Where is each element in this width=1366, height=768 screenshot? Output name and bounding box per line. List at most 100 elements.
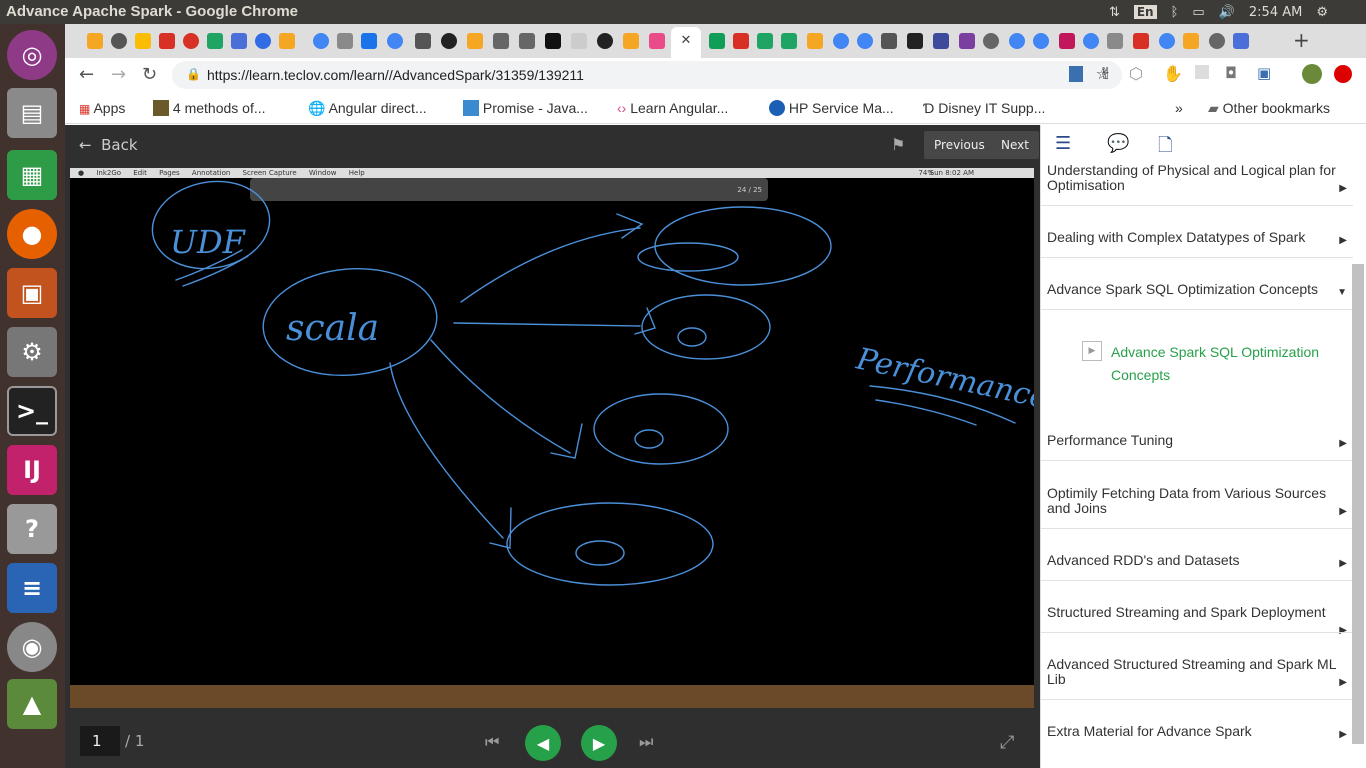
tab-favicon[interactable] — [183, 33, 199, 49]
extension-icon[interactable]: ✋ — [1163, 64, 1183, 83]
tab-favicon[interactable] — [1233, 33, 1249, 49]
google-tab-icon[interactable] — [1033, 33, 1049, 49]
sidebar-item[interactable]: Advanced RDD's and Datasets ▶ — [1047, 553, 1351, 570]
tab-favicon[interactable] — [623, 33, 639, 49]
sidebar-item[interactable]: Structured Streaming and Spark Deploymen… — [1047, 605, 1351, 637]
sidebar-item[interactable]: Optimily Fetching Data from Various Sour… — [1047, 486, 1351, 518]
extension-icon[interactable] — [1195, 65, 1209, 79]
update-menu-icon[interactable] — [1334, 65, 1352, 83]
active-tab-close-icon[interactable]: ✕ — [671, 27, 701, 58]
extension-icon[interactable]: ✌ — [1099, 64, 1112, 83]
tab-favicon[interactable] — [1209, 33, 1225, 49]
bookmark-item[interactable]: Promise - Java... — [463, 100, 588, 116]
volume-icon[interactable]: 🔊 — [1219, 5, 1235, 20]
chat-icon[interactable]: 💬 — [1107, 133, 1129, 154]
bookmark-item[interactable]: 🌐 Angular direct... — [308, 100, 427, 117]
extension-icon[interactable]: ⬡ — [1129, 64, 1143, 83]
omnibox[interactable]: 🔒 https://learn.teclov.com/learn//Advanc… — [172, 61, 1122, 89]
tab-favicon[interactable] — [87, 33, 103, 49]
back-arrow-icon[interactable]: ← — [79, 64, 94, 85]
tab-favicon[interactable] — [933, 33, 949, 49]
tab-favicon[interactable] — [467, 33, 483, 49]
sidebar-item-expanded[interactable]: Advance Spark SQL Optimization Concepts ▼ — [1047, 282, 1351, 299]
camera-icon[interactable]: ◘ — [1225, 64, 1237, 82]
image-viewer-icon[interactable]: ▲ — [7, 679, 57, 729]
intellij-icon[interactable]: IJ — [7, 445, 57, 495]
spreadsheet-icon[interactable]: ▦ — [7, 150, 57, 200]
tab-favicon[interactable] — [1133, 33, 1149, 49]
forward-arrow-icon[interactable]: → — [111, 64, 126, 85]
flag-icon[interactable]: ⚑ — [891, 135, 905, 154]
bookmark-item[interactable]: ‹› Learn Angular... — [617, 100, 728, 116]
tab-favicon[interactable] — [361, 33, 377, 49]
next-button[interactable]: Next — [991, 131, 1039, 159]
tab-favicon[interactable] — [959, 33, 975, 49]
tab-favicon[interactable] — [1183, 33, 1199, 49]
new-tab-button[interactable]: + — [1293, 28, 1310, 52]
sidebar-item[interactable]: Dealing with Complex Datatypes of Spark ▶ — [1047, 230, 1351, 247]
tab-favicon[interactable] — [907, 33, 923, 49]
tab-favicon[interactable] — [709, 33, 725, 49]
url-text[interactable]: https://learn.teclov.com/learn//Advanced… — [207, 67, 584, 83]
drive-tab-icon[interactable] — [757, 33, 773, 49]
tab-favicon[interactable] — [493, 33, 509, 49]
tab-favicon[interactable] — [571, 33, 587, 49]
sidebar-item[interactable]: Understanding of Physical and Logical pl… — [1047, 163, 1351, 195]
other-bookmarks[interactable]: ▰ Other bookmarks — [1208, 100, 1330, 117]
google-tab-icon[interactable] — [833, 33, 849, 49]
sidebar-item[interactable]: Extra Material for Advance Spark ▶ — [1047, 724, 1351, 741]
firefox-icon[interactable]: ● — [7, 209, 57, 259]
tab-favicon[interactable] — [255, 33, 271, 49]
prev-page-button[interactable]: ◀ — [525, 725, 561, 761]
github-tab-icon[interactable] — [597, 33, 613, 49]
help-icon[interactable]: ? — [7, 504, 57, 554]
language-indicator[interactable]: En — [1133, 5, 1157, 19]
tab-favicon[interactable] — [1107, 33, 1123, 49]
tab-favicon[interactable] — [807, 33, 823, 49]
tab-favicon[interactable] — [983, 33, 999, 49]
bluetooth-icon[interactable]: ᛒ — [1171, 5, 1179, 20]
google-tab-icon[interactable] — [1009, 33, 1025, 49]
first-page-icon[interactable]: ⏮ — [485, 732, 499, 752]
reload-icon[interactable]: ↻ — [142, 64, 157, 85]
chrome-icon[interactable]: ◉ — [7, 622, 57, 672]
drive-tab-icon[interactable] — [781, 33, 797, 49]
extension-icon[interactable] — [1069, 66, 1083, 82]
network-arrows-icon[interactable]: ⇅ — [1109, 5, 1120, 20]
sidebar-item[interactable]: Advanced Structured Streaming and Spark … — [1047, 657, 1351, 689]
tab-favicon[interactable] — [519, 33, 535, 49]
tab-favicon[interactable] — [649, 33, 665, 49]
sidebar-subitem-active[interactable]: Advance Spark SQL Optimization Concepts — [1111, 341, 1341, 387]
google-tab-icon[interactable] — [313, 33, 329, 49]
page-number-input[interactable]: 1 — [80, 726, 120, 756]
presentation-icon[interactable]: ▣ — [7, 268, 57, 318]
drive-tab-icon[interactable] — [207, 33, 223, 49]
gmail-tab-icon[interactable] — [159, 33, 175, 49]
tab-favicon[interactable] — [337, 33, 353, 49]
battery-icon[interactable]: ▭ — [1192, 5, 1204, 20]
menu-icon[interactable]: ☰ — [1055, 133, 1071, 154]
github-tab-icon[interactable] — [441, 33, 457, 49]
document-icon[interactable]: ≡ — [7, 563, 57, 613]
profile-avatar[interactable] — [1302, 64, 1322, 84]
file-manager-icon[interactable]: ▤ — [7, 88, 57, 138]
ubuntu-dash-icon[interactable]: ◎ — [7, 30, 57, 80]
bookmark-item[interactable]: ▦ Apps — [79, 100, 125, 116]
bookmark-item[interactable]: Ɗ Disney IT Supp... — [923, 100, 1045, 116]
settings-icon[interactable]: ⚙ — [7, 327, 57, 377]
tab-favicon[interactable] — [231, 33, 247, 49]
tab-favicon[interactable] — [279, 33, 295, 49]
tab-favicon[interactable] — [881, 33, 897, 49]
back-button[interactable]: ← Back — [79, 136, 138, 154]
tab-favicon[interactable] — [415, 33, 431, 49]
previous-button[interactable]: Previous — [924, 131, 995, 159]
sidebar-scrollbar[interactable] — [1352, 264, 1364, 744]
clock[interactable]: 2:54 AM — [1249, 5, 1302, 20]
terminal-icon[interactable]: >_ — [7, 386, 57, 436]
fullscreen-icon[interactable]: ⤢ — [1000, 732, 1014, 753]
medium-tab-icon[interactable] — [545, 33, 561, 49]
tab-favicon[interactable] — [111, 33, 127, 49]
bookmark-item[interactable]: HP Service Ma... — [769, 100, 894, 116]
play-button[interactable]: ▶ — [581, 725, 617, 761]
last-page-icon[interactable]: ⏭ — [639, 732, 653, 752]
